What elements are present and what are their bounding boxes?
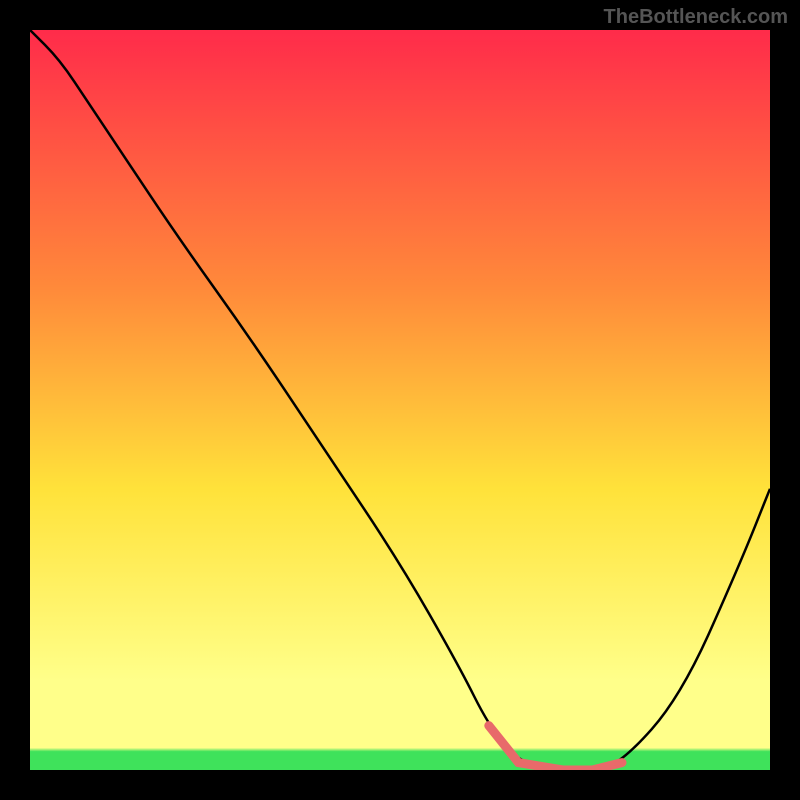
gradient-background <box>30 30 770 770</box>
watermark-text: TheBottleneck.com <box>604 6 788 29</box>
plot-area <box>30 30 770 770</box>
chart-svg <box>30 30 770 770</box>
chart-container: TheBottleneck.com <box>0 0 800 800</box>
